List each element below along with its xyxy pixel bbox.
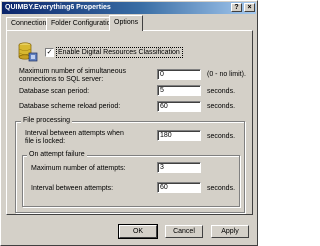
title-bar: QUIMBY.Everything6 Properties (2, 2, 256, 14)
interval-locked-label-line1: Interval between attempts when (25, 130, 124, 137)
file-processing-legend: File processing (21, 117, 73, 125)
attempt-interval-label: Interval between attempts: (31, 185, 114, 192)
tab-options[interactable]: Options (109, 15, 144, 31)
scan-period-unit: seconds. (207, 88, 236, 95)
reload-period-unit: seconds. (207, 103, 236, 110)
properties-dialog: QUIMBY.Everything6 Properties ? × Connec… (0, 0, 258, 246)
enable-classification-label[interactable]: Enable Digital Resources Classification (58, 49, 180, 57)
scan-period-label: Database scan period: (19, 88, 90, 95)
max-connections-unit: (0 - no limit). (207, 71, 246, 78)
interval-locked-unit: seconds. (207, 133, 236, 140)
interval-locked-input[interactable]: 180 (157, 130, 201, 141)
max-attempts-input[interactable]: 3 (157, 162, 201, 173)
attempt-interval-unit: seconds. (207, 185, 236, 192)
max-connections-label-line2: connections to SQL server: (19, 76, 104, 83)
max-connections-label-line1: Maximum number of simultaneous (19, 68, 126, 75)
attempt-interval-input[interactable]: 60 (157, 182, 201, 193)
on-attempt-failure-legend: On attempt failure (27, 151, 87, 159)
on-attempt-failure-group (22, 155, 240, 207)
cancel-button[interactable]: Cancel (165, 225, 203, 238)
interval-locked-label-line2: file is locked: (25, 138, 66, 145)
close-button[interactable]: × (244, 3, 255, 12)
database-icon (18, 42, 38, 62)
window-title: QUIMBY.Everything6 Properties (5, 4, 111, 11)
help-button[interactable]: ? (231, 3, 242, 12)
apply-button[interactable]: Apply (211, 225, 249, 238)
options-panel: ✓ Enable Digital Resources Classificatio… (6, 30, 253, 215)
tab-connection[interactable]: Connection (6, 17, 52, 30)
reload-period-input[interactable]: 60 (157, 101, 201, 112)
max-connections-input[interactable]: 0 (157, 69, 201, 80)
reload-period-label: Database scheme reload period: (19, 103, 121, 110)
scan-period-input[interactable]: 5 (157, 85, 201, 96)
max-attempts-label: Maximum number of attempts: (31, 165, 126, 172)
ok-button[interactable]: OK (118, 224, 158, 239)
enable-classification-checkbox[interactable]: ✓ (45, 48, 54, 57)
